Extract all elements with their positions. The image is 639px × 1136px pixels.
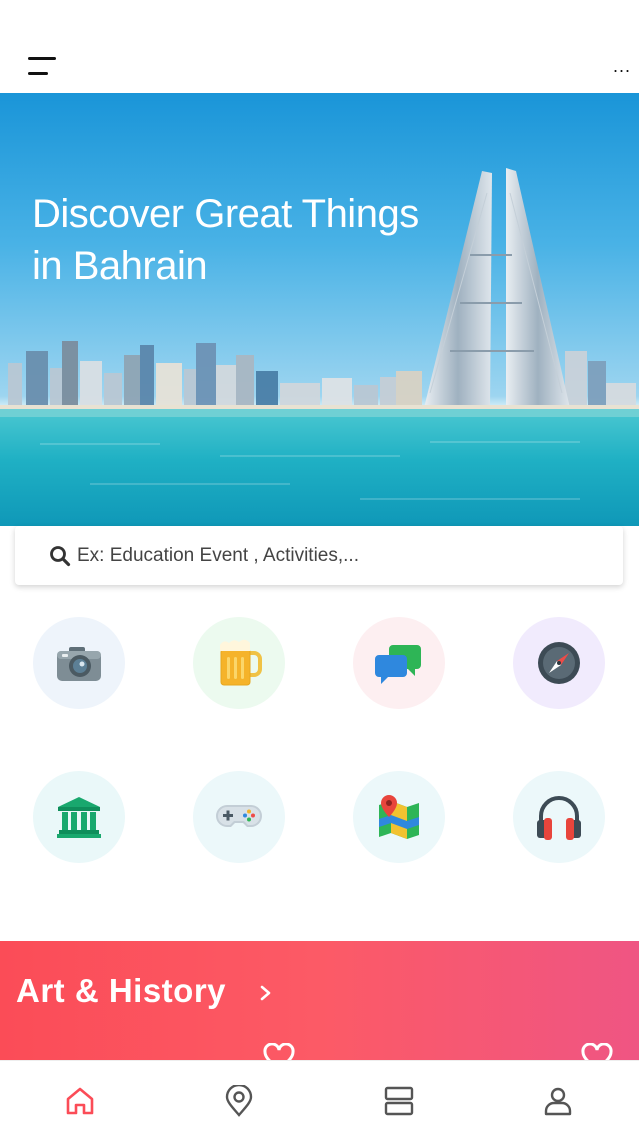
camera-icon: [57, 647, 101, 681]
search-input[interactable]: [77, 536, 607, 576]
more-options-button[interactable]: ...: [613, 57, 631, 75]
headphones-icon: [537, 796, 581, 840]
nav-list[interactable]: [379, 1081, 419, 1121]
bottom-navigation: [0, 1060, 639, 1136]
category-camera[interactable]: [33, 617, 125, 709]
search-bar: [15, 526, 623, 585]
beer-mug-icon: [220, 639, 262, 686]
category-games[interactable]: [193, 771, 285, 863]
search-icon: [50, 546, 71, 567]
list-icon: [384, 1086, 414, 1116]
location-pin-icon: [225, 1085, 253, 1117]
museum-icon: [57, 797, 101, 838]
nav-location[interactable]: [219, 1081, 259, 1121]
gamepad-icon: [216, 805, 262, 827]
profile-icon: [544, 1087, 572, 1116]
hero-banner: Discover Great Things in Bahrain: [0, 93, 639, 526]
category-museums[interactable]: [33, 771, 125, 863]
hero-title: Discover Great Things in Bahrain: [32, 192, 419, 288]
category-chat[interactable]: [353, 617, 445, 709]
nav-home[interactable]: [60, 1081, 100, 1121]
bahrain-skyline-image: [0, 168, 639, 526]
banner-title[interactable]: Art & History: [16, 972, 226, 1010]
map-pin-icon: [379, 795, 419, 839]
category-maps[interactable]: [353, 771, 445, 863]
chat-bubbles-icon: [375, 645, 421, 684]
top-bar: ...: [0, 0, 639, 93]
nav-profile[interactable]: [538, 1081, 578, 1121]
home-icon: [66, 1087, 94, 1115]
hamburger-menu-icon[interactable]: [28, 54, 58, 80]
chevron-right-icon[interactable]: [258, 978, 274, 1008]
category-explore[interactable]: [513, 617, 605, 709]
category-drinks[interactable]: [193, 617, 285, 709]
compass-icon: [538, 642, 580, 684]
category-music[interactable]: [513, 771, 605, 863]
